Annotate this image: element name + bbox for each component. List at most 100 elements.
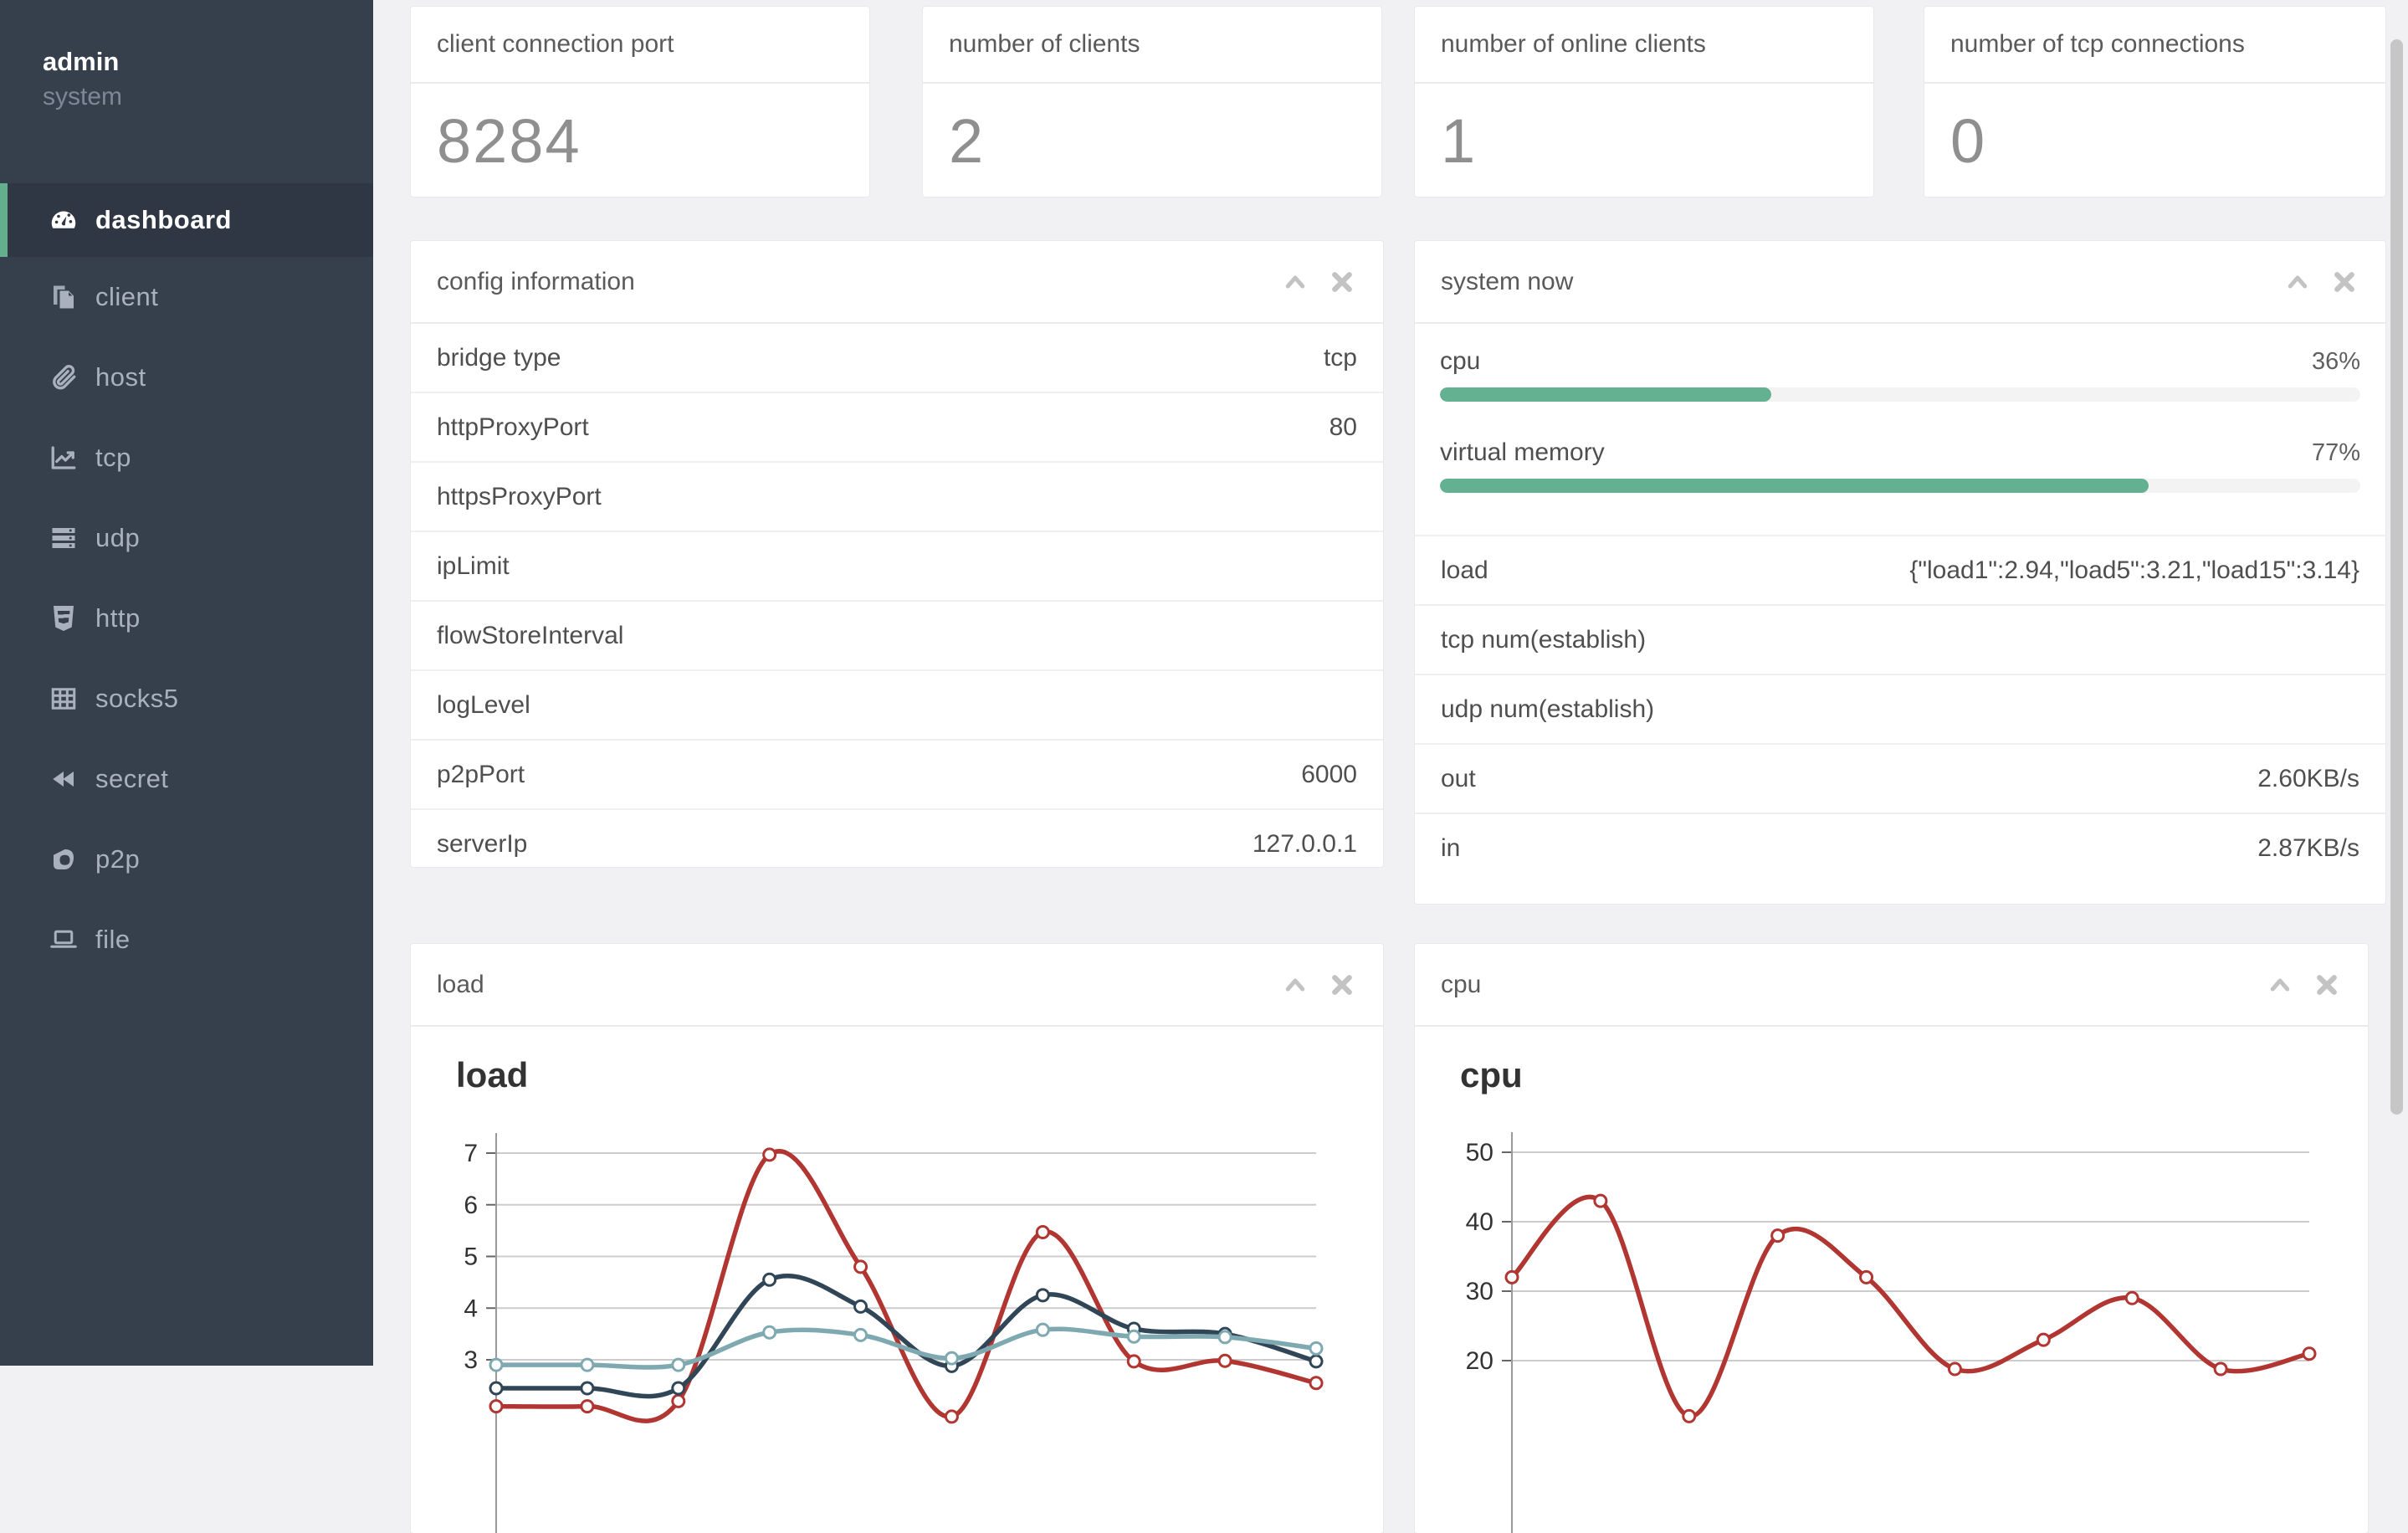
progress-track bbox=[1440, 479, 2360, 493]
row-value: 80 bbox=[1329, 413, 1357, 441]
table-icon bbox=[45, 680, 82, 717]
sidebar-item-label: p2p bbox=[95, 844, 141, 874]
client-icon bbox=[45, 279, 82, 315]
row-label: out bbox=[1441, 764, 1476, 792]
row-label: bridge type bbox=[437, 343, 561, 372]
system-row: udp num(establish) bbox=[1415, 675, 2385, 745]
config-information-panel: config information bridge type tcp httpPr… bbox=[411, 241, 1383, 867]
system-rows: load {"load1":2.94,"load5":3.21,"load15":… bbox=[1415, 536, 2385, 882]
sidebar-item-label: file bbox=[95, 925, 131, 954]
sidebar-item-file[interactable]: file bbox=[0, 900, 373, 980]
row-label: ipLimit bbox=[437, 551, 510, 580]
sidebar-item-label: socks5 bbox=[95, 684, 179, 713]
row-label: load bbox=[1441, 556, 1488, 584]
svg-text:50: 50 bbox=[1466, 1139, 1493, 1166]
user-name: admin bbox=[43, 47, 120, 76]
meter-label: cpu bbox=[1440, 347, 1481, 375]
dashboard-page: admin system dashboard client host tcp u… bbox=[0, 0, 2408, 1533]
sidebar-item-label: http bbox=[95, 603, 141, 633]
svg-text:3: 3 bbox=[464, 1346, 478, 1374]
close-icon[interactable] bbox=[2332, 269, 2357, 295]
svg-text:7: 7 bbox=[464, 1140, 478, 1167]
sidebar-item-secret[interactable]: secret bbox=[0, 739, 373, 819]
backward-icon bbox=[45, 761, 82, 797]
sidebar-item-socks5[interactable]: socks5 bbox=[0, 659, 373, 739]
system-row: load {"load1":2.94,"load5":3.21,"load15":… bbox=[1415, 536, 2385, 606]
progress-fill bbox=[1440, 387, 1771, 402]
progress-track bbox=[1440, 387, 2360, 402]
config-row: logLevel bbox=[411, 671, 1383, 741]
svg-text:6: 6 bbox=[464, 1192, 478, 1219]
sidebar-item-udp[interactable]: udp bbox=[0, 498, 373, 578]
system-now-panel: system now cpu 36% virtual memory 77% lo… bbox=[1415, 241, 2385, 904]
sidebar-item-label: secret bbox=[95, 764, 169, 793]
memory-meter: virtual memory 77% bbox=[1440, 438, 2360, 493]
card-title: number of clients bbox=[949, 30, 1140, 58]
sidebar-item-label: dashboard bbox=[95, 205, 232, 234]
config-row: serverIp 127.0.0.1 bbox=[411, 810, 1383, 878]
html5-icon bbox=[45, 600, 82, 637]
card-value: 0 bbox=[1950, 106, 1987, 176]
card-value: 2 bbox=[949, 106, 986, 176]
sidebar-item-http[interactable]: http bbox=[0, 578, 373, 659]
row-label: httpsProxyPort bbox=[437, 482, 602, 510]
row-value: 127.0.0.1 bbox=[1252, 829, 1357, 858]
laptop-icon bbox=[45, 921, 82, 958]
close-icon[interactable] bbox=[1330, 269, 1355, 295]
sidebar-item-label: host bbox=[95, 362, 146, 392]
config-row: httpProxyPort 80 bbox=[411, 393, 1383, 463]
system-row: in 2.87KB/s bbox=[1415, 814, 2385, 882]
sidebar: admin system dashboard client host tcp u… bbox=[0, 0, 373, 1366]
config-row: flowStoreInterval bbox=[411, 602, 1383, 671]
svg-text:5: 5 bbox=[464, 1243, 478, 1271]
user-role: system bbox=[43, 83, 123, 110]
row-label: logLevel bbox=[437, 690, 530, 719]
card-value: 8284 bbox=[437, 106, 582, 176]
row-label: in bbox=[1441, 833, 1461, 862]
meter-label: virtual memory bbox=[1440, 438, 1605, 466]
row-value: 2.60KB/s bbox=[2257, 764, 2359, 792]
config-rows: bridge type tcp httpProxyPort 80 httpsProx… bbox=[411, 324, 1383, 878]
panel-title: config information bbox=[437, 267, 635, 295]
cpu-meter: cpu 36% bbox=[1440, 347, 2360, 402]
sidebar-item-p2p[interactable]: p2p bbox=[0, 819, 373, 900]
meter-percent: 36% bbox=[2311, 348, 2360, 375]
server-icon bbox=[45, 520, 82, 556]
svg-text:40: 40 bbox=[1466, 1208, 1493, 1236]
row-label: p2pPort bbox=[437, 760, 525, 788]
stat-card-client-port: client connection port 8284 bbox=[411, 7, 869, 197]
sidebar-item-client[interactable]: client bbox=[0, 257, 373, 337]
config-row: ipLimit bbox=[411, 532, 1383, 602]
dashboard-icon bbox=[45, 202, 82, 238]
sidebar-brand: admin system bbox=[0, 0, 373, 114]
system-row: tcp num(establish) bbox=[1415, 606, 2385, 675]
row-value: {"load1":2.94,"load5":3.21,"load15":3.14… bbox=[1909, 556, 2359, 584]
row-label: udp num(establish) bbox=[1441, 695, 1655, 723]
row-label: serverIp bbox=[437, 829, 528, 858]
row-label: httpProxyPort bbox=[437, 413, 589, 441]
config-row: httpsProxyPort bbox=[411, 463, 1383, 532]
card-value: 1 bbox=[1441, 106, 1478, 176]
system-row: out 2.60KB/s bbox=[1415, 745, 2385, 814]
card-title: client connection port bbox=[437, 30, 674, 58]
sidebar-item-label: client bbox=[95, 282, 159, 311]
progress-fill bbox=[1440, 479, 2149, 493]
stat-card-clients: number of clients 2 bbox=[923, 7, 1381, 197]
sidebar-item-tcp[interactable]: tcp bbox=[0, 418, 373, 498]
row-value: tcp bbox=[1323, 343, 1357, 372]
chevron-up-icon[interactable] bbox=[1283, 269, 1308, 295]
sidebar-menu: dashboard client host tcp udp http socks… bbox=[0, 183, 373, 980]
row-label: flowStoreInterval bbox=[437, 621, 624, 649]
stat-card-online-clients: number of online clients 1 bbox=[1415, 7, 1873, 197]
stat-card-tcp-connections: number of tcp connections 0 bbox=[1924, 7, 2385, 197]
load-chart-panel: load load 76543 bbox=[411, 944, 1383, 1533]
vertical-scrollbar-thumb[interactable] bbox=[2390, 39, 2403, 1115]
chart-line-icon bbox=[45, 439, 82, 476]
system-meters: cpu 36% virtual memory 77% bbox=[1415, 324, 2385, 536]
chevron-up-icon[interactable] bbox=[2285, 269, 2310, 295]
row-label: tcp num(establish) bbox=[1441, 625, 1647, 654]
sidebar-item-dashboard[interactable]: dashboard bbox=[0, 183, 373, 257]
sidebar-item-label: udp bbox=[95, 523, 141, 552]
config-row: p2pPort 6000 bbox=[411, 741, 1383, 810]
sidebar-item-host[interactable]: host bbox=[0, 337, 373, 418]
